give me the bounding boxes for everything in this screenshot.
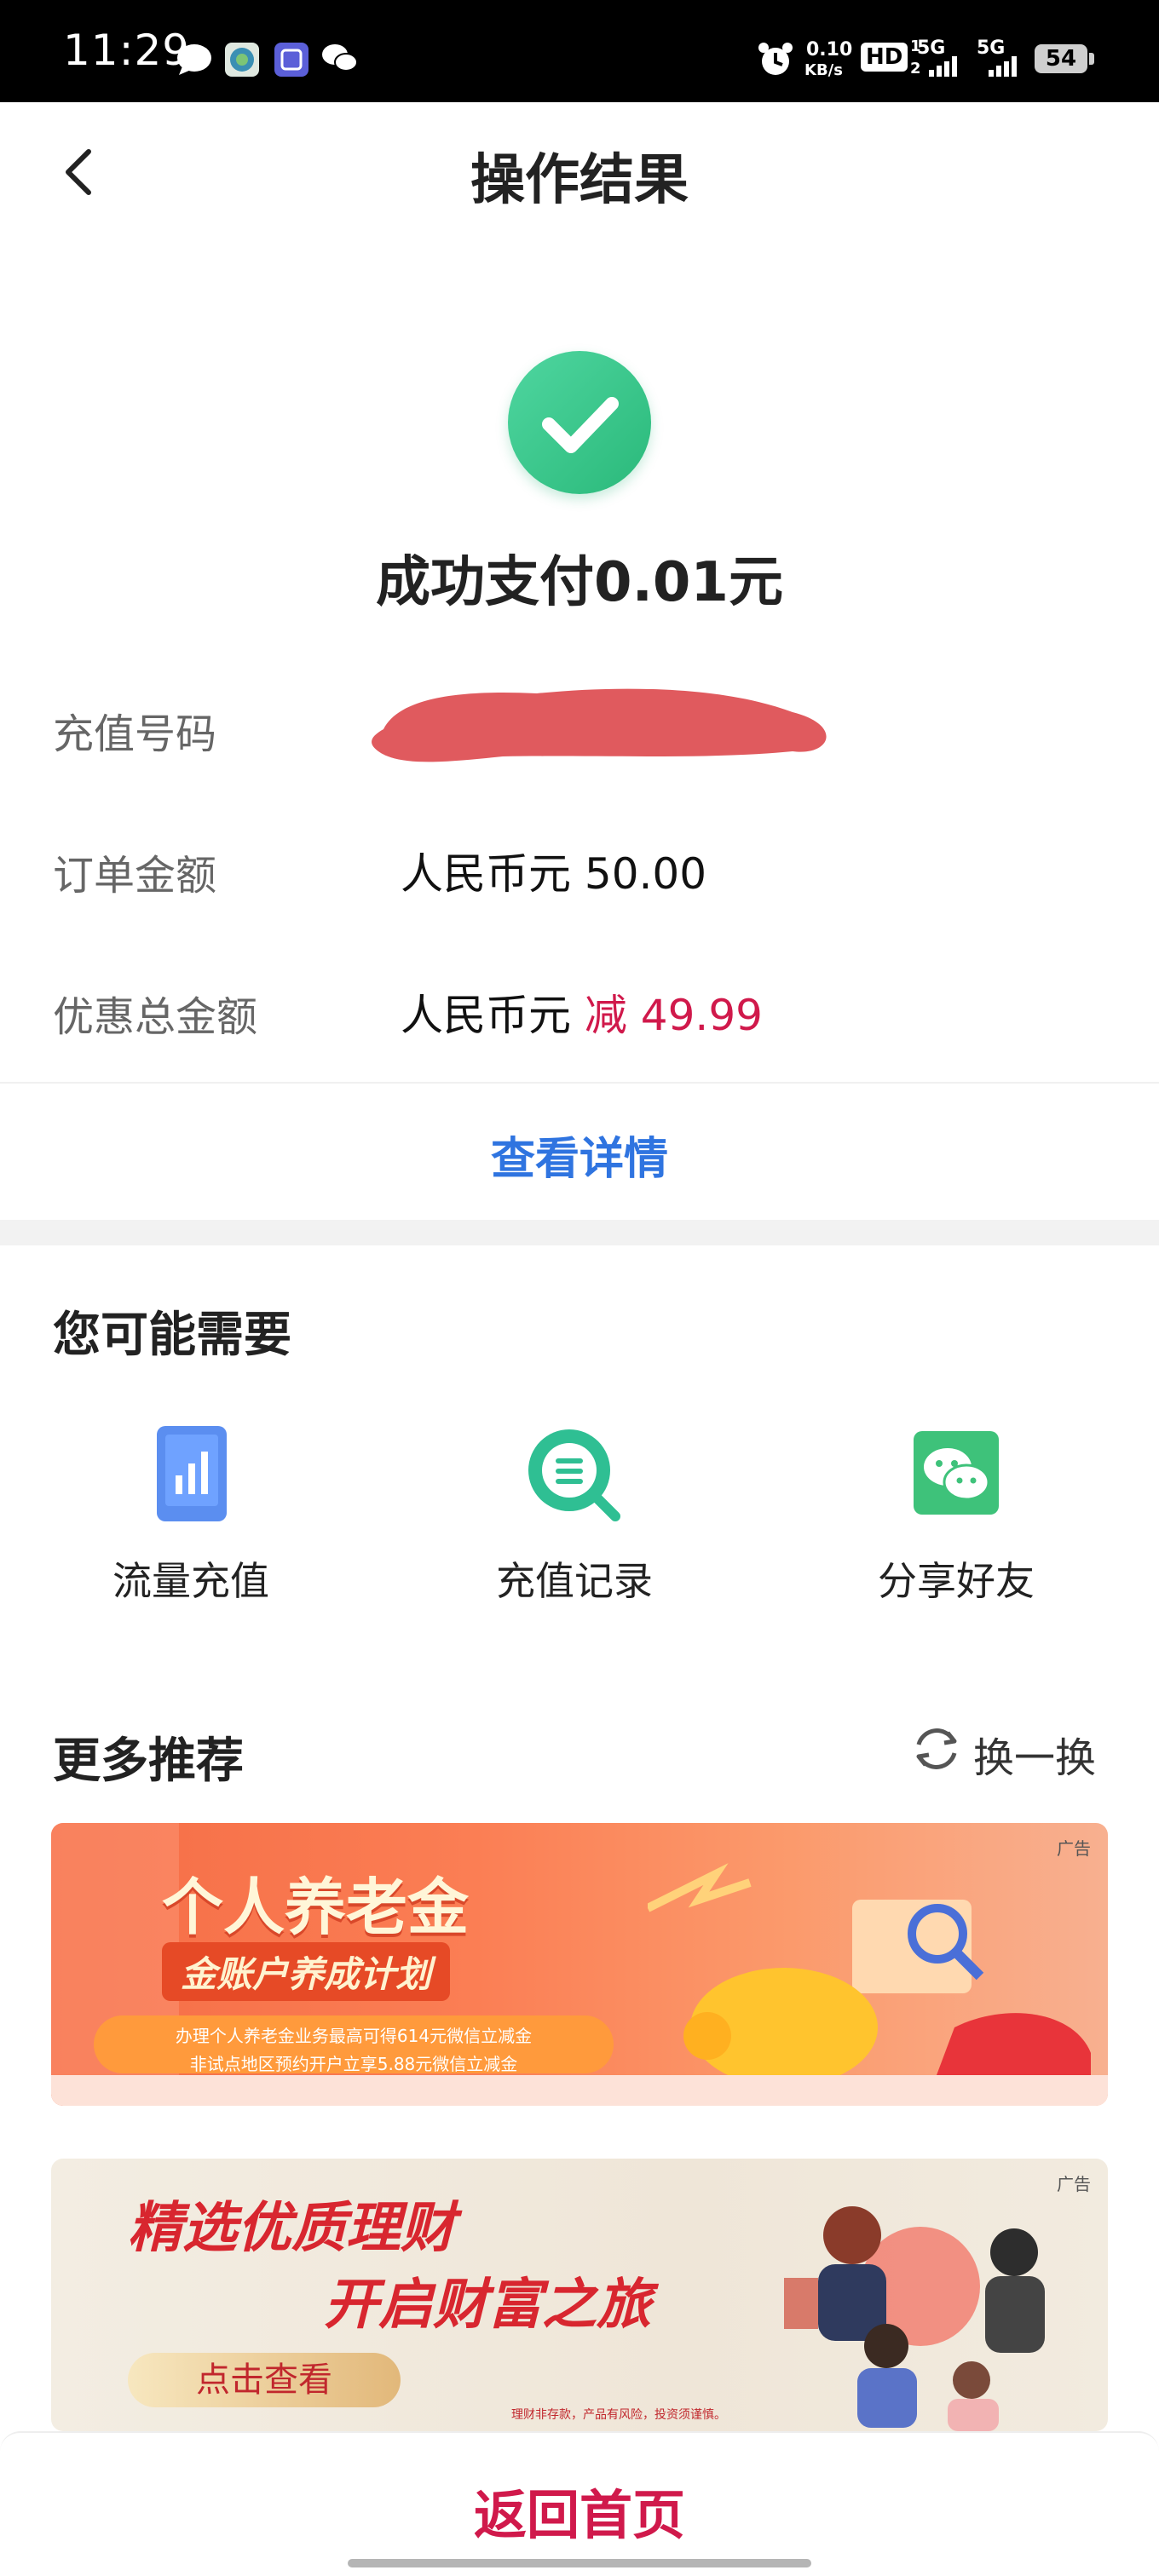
section-gap <box>0 1220 1159 1245</box>
banner-line1: 办理个人养老金业务最高可得614元微信立减金 <box>175 2026 533 2046</box>
banner-subhead: 金账户养成计划 <box>162 1942 451 2001</box>
banner-bottom-band <box>51 2075 1108 2106</box>
network-speed-value: 0.10 <box>806 39 853 60</box>
divider <box>0 1082 1159 1084</box>
pension-ad-banner[interactable]: 广告 个人养老金 金账户养成计划 办理个人养老金业务最高可得614元微信立减金 … <box>51 1823 1108 2106</box>
recharge-record-icon <box>528 1429 620 1521</box>
people-illustration <box>784 2206 1045 2431</box>
phone-number-label: 充值号码 <box>53 710 217 758</box>
banner-headline: 精选优质理财 <box>128 2197 455 2260</box>
order-amount-value: 人民币元 50.00 <box>401 849 707 899</box>
view-now-button[interactable]: 点击查看 <box>128 2353 401 2407</box>
globe-app-icon <box>225 43 259 77</box>
redacted-phone-number <box>372 688 827 762</box>
refresh-button[interactable]: 换一换 <box>973 1724 1096 1784</box>
battery-indicator: 54 <box>1035 44 1087 73</box>
alarm-icon <box>758 43 793 75</box>
quick-action-recharge-record[interactable]: 充值记录 <box>438 1414 711 1610</box>
return-home-button[interactable]: 返回首页 <box>0 2472 1159 2549</box>
piggy-bank-illustration <box>648 1863 1091 2096</box>
quick-action-data-recharge[interactable]: 流量充值 <box>55 1414 327 1610</box>
wealth-ad-banner[interactable]: 广告 精选优质理财 开启财富之旅 点击查看 理财非存款，产品有风险，投资须谨慎。 <box>51 2159 1108 2431</box>
signal-1-icon <box>929 56 957 77</box>
suggestions-title: 您可能需要 <box>53 1308 291 1363</box>
discount-currency: 人民币元 <box>401 991 571 1040</box>
quick-action-label: 充值记录 <box>496 1558 653 1604</box>
wechat-icon <box>322 44 358 72</box>
discount-highlight: 减 49.99 <box>584 991 763 1040</box>
page-title: 操作结果 <box>470 149 689 212</box>
banner-info-pill: 办理个人养老金业务最高可得614元微信立减金 非试点地区预约开户立享5.88元微… <box>94 2015 614 2074</box>
refresh-icon[interactable] <box>910 1722 963 1775</box>
wechat-share-icon <box>914 1431 999 1515</box>
signal-2-icon <box>989 56 1017 77</box>
discount-amount-label: 优惠总金额 <box>53 993 258 1041</box>
discount-amount-value: 人民币元 减 49.99 <box>401 981 763 1043</box>
banner-headline: 个人养老金 <box>162 1871 470 1943</box>
recommend-title: 更多推荐 <box>53 1734 244 1789</box>
chat-bubble-icon <box>177 44 211 75</box>
risk-disclaimer: 理财非存款，产品有风险，投资须谨慎。 <box>511 2408 726 2422</box>
banner-line2: 非试点地区预约开户立享5.88元微信立减金 <box>189 2054 518 2074</box>
quick-action-label: 流量充值 <box>112 1558 269 1604</box>
status-time: 11:29 <box>63 26 191 75</box>
gesture-home-indicator[interactable] <box>348 2559 811 2567</box>
view-details-link[interactable]: 查看详情 <box>0 1123 1159 1187</box>
quick-action-label: 分享好友 <box>878 1558 1035 1604</box>
hd-badge: HD <box>861 43 908 72</box>
quick-action-share-friends[interactable]: 分享好友 <box>820 1414 1093 1610</box>
status-bar: 11:29 0.10 KB/s HD 1 2 5G 5G 54 <box>0 0 1159 102</box>
battery-tip <box>1089 53 1094 65</box>
ad-tag: 广告 <box>1057 1838 1091 1859</box>
network-speed-unit: KB/s <box>804 61 843 79</box>
banner-subhead: 开启财富之旅 <box>324 2274 651 2337</box>
order-amount-label: 订单金额 <box>53 852 217 900</box>
tieba-app-icon <box>274 43 308 77</box>
sim2-label: 2 <box>910 60 921 78</box>
data-recharge-icon <box>157 1426 227 1521</box>
payment-status-text: 成功支付0.01元 <box>376 551 783 614</box>
success-check-icon <box>508 351 651 494</box>
